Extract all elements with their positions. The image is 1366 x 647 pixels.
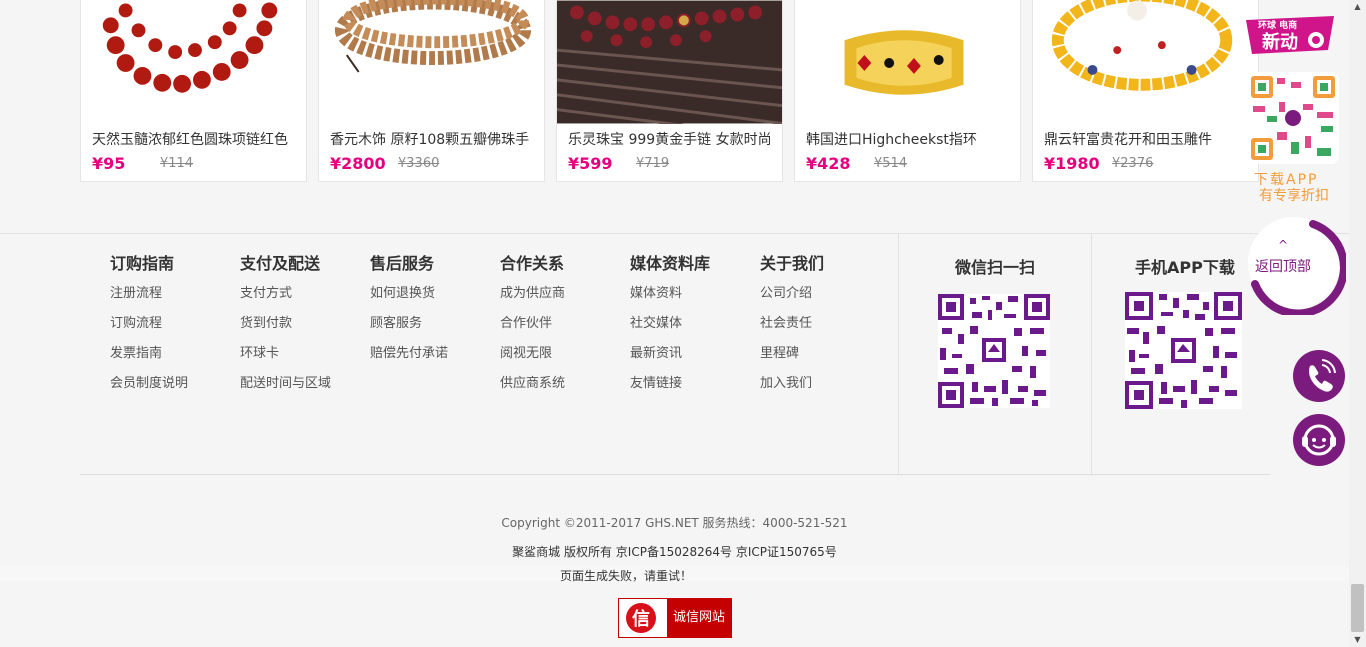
trust-logo-icon: 信 xyxy=(626,603,656,633)
error-message: 页面生成失败，请重试！ xyxy=(560,569,693,583)
svg-text:新动: 新动 xyxy=(1262,31,1298,53)
product-name[interactable]: 乐灵珠宝 999黄金手链 女款时尚 xyxy=(568,129,773,149)
footer-divider-vertical xyxy=(1091,234,1092,474)
footer-link[interactable]: 最新资讯 xyxy=(630,344,710,374)
product-price: ¥599 xyxy=(568,154,613,173)
footer-column-title: 支付及配送 xyxy=(240,254,321,273)
footer-link[interactable]: 赔偿先付承诺 xyxy=(370,344,448,374)
product-price: ¥2800 xyxy=(330,154,386,173)
product-row: 天然玉髓浓郁红色圆珠项链红色 ¥95 ¥114 香元木饰 原籽108颗五瓣佛珠手… xyxy=(80,0,1260,183)
footer-column-title: 订购指南 xyxy=(110,254,175,273)
footer-divider-top xyxy=(0,233,1349,234)
vertical-scrollbar[interactable] xyxy=(1349,0,1366,647)
footer-link[interactable]: 公司介绍 xyxy=(760,284,824,314)
footer-column-media: 媒体资料库 媒体资料 社交媒体 最新资讯 友情链接 xyxy=(630,254,710,404)
trust-badge-label: 诚信网站 xyxy=(667,599,731,637)
footer-link[interactable]: 订购流程 xyxy=(110,314,188,344)
phone-icon xyxy=(1309,359,1336,392)
footer-divider-vertical xyxy=(898,234,899,474)
product-price: ¥428 xyxy=(806,154,851,173)
footer-column-title: 售后服务 xyxy=(370,254,435,273)
footer-link[interactable]: 顾客服务 xyxy=(370,314,448,344)
footer-link[interactable]: 媒体资料 xyxy=(630,284,710,314)
footer-link[interactable]: 友情链接 xyxy=(630,374,710,404)
footer-link[interactable]: 发票指南 xyxy=(110,344,188,374)
product-image[interactable] xyxy=(319,0,544,124)
license-text: 聚鲨商城 版权所有 京ICP备15028264号 京ICP证150765号 xyxy=(512,545,837,559)
app-download-title: 手机APP下载 xyxy=(1135,258,1235,277)
back-to-top-label: 返回顶部 xyxy=(1255,259,1311,275)
footer-link[interactable]: 合作伙伴 xyxy=(500,314,565,344)
footer-link[interactable]: 成为供应商 xyxy=(500,284,565,314)
product-name[interactable]: 鼎云轩富贵花开和田玉雕件 xyxy=(1044,129,1249,149)
footer-column-partners: 合作关系 成为供应商 合作伙伴 阅视无限 供应商系统 xyxy=(500,254,565,404)
product-card[interactable]: 香元木饰 原籽108颗五瓣佛珠手 ¥2800 ¥3360 xyxy=(318,0,545,182)
footer-link[interactable]: 支付方式 xyxy=(240,284,331,314)
phone-button[interactable] xyxy=(1293,350,1345,402)
product-price: ¥1980 xyxy=(1044,154,1100,173)
footer-link[interactable]: 里程碑 xyxy=(760,344,824,374)
footer-link[interactable]: 会员制度说明 xyxy=(110,374,188,404)
product-old-price: ¥114 xyxy=(160,156,194,171)
copyright-text: Copyright ©2011-2017 GHS.NET 服务热线：4000-5… xyxy=(501,516,848,530)
product-name[interactable]: 香元木饰 原籽108颗五瓣佛珠手 xyxy=(330,129,535,149)
chevron-up-icon: ^ xyxy=(1277,238,1289,252)
footer-link[interactable]: 货到付款 xyxy=(240,314,331,344)
product-old-price: ¥2376 xyxy=(1112,156,1154,171)
footer-column-about: 关于我们 公司介绍 社会责任 里程碑 加入我们 xyxy=(760,254,824,404)
footer-column-title: 媒体资料库 xyxy=(630,254,711,273)
product-price: ¥95 xyxy=(92,154,126,173)
product-name[interactable]: 天然玉髓浓郁红色圆珠项链红色 xyxy=(92,129,297,149)
footer-link[interactable]: 加入我们 xyxy=(760,374,824,404)
product-card[interactable]: 乐灵珠宝 999黄金手链 女款时尚 ¥599 ¥719 xyxy=(556,0,783,182)
footer-link[interactable]: 环球卡 xyxy=(240,344,331,374)
footer-divider-bottom xyxy=(80,474,1270,475)
product-name[interactable]: 韩国进口Highcheekst指环 xyxy=(806,129,1011,149)
scrollbar-thumb[interactable] xyxy=(1351,584,1364,632)
scroll-up-arrow-icon[interactable]: ▲ xyxy=(1349,0,1366,14)
product-old-price: ¥3360 xyxy=(398,156,440,171)
trust-badge[interactable]: 信 诚信网站 xyxy=(618,598,732,638)
footer-link[interactable]: 注册流程 xyxy=(110,284,188,314)
product-card[interactable]: 韩国进口Highcheekst指环 ¥428 ¥514 xyxy=(794,0,1021,182)
promo-banner[interactable]: 环球 电商 新动 xyxy=(1244,10,1340,60)
product-card[interactable]: 鼎云轩富贵花开和田玉雕件 ¥1980 ¥2376 xyxy=(1032,0,1259,182)
footer-column-payment: 支付及配送 支付方式 货到付款 环球卡 配送时间与区域 xyxy=(240,254,331,404)
product-old-price: ¥514 xyxy=(874,156,908,171)
svg-text:环球 电商: 环球 电商 xyxy=(1258,19,1297,31)
footer-link[interactable]: 配送时间与区域 xyxy=(240,374,331,404)
product-image[interactable] xyxy=(795,0,1020,124)
download-discount-text[interactable]: 有专享折扣 xyxy=(1259,185,1329,205)
product-card[interactable]: 天然玉髓浓郁红色圆珠项链红色 ¥95 ¥114 xyxy=(80,0,307,182)
product-image[interactable] xyxy=(1033,0,1258,124)
customer-service-button[interactable] xyxy=(1293,414,1345,466)
scroll-down-arrow-icon[interactable]: ▼ xyxy=(1349,633,1366,647)
download-app-qr-code xyxy=(1247,72,1339,164)
footer-column-title: 关于我们 xyxy=(760,254,825,273)
footer-link[interactable]: 阅视无限 xyxy=(500,344,565,374)
footer-column-aftersale: 售后服务 如何退换货 顾客服务 赔偿先付承诺 xyxy=(370,254,448,374)
app-qr-code xyxy=(1125,292,1242,409)
product-image[interactable] xyxy=(81,0,306,124)
svg-text:信: 信 xyxy=(632,608,650,630)
footer-link[interactable]: 如何退换货 xyxy=(370,284,448,314)
product-image[interactable] xyxy=(557,0,782,124)
footer-link[interactable]: 供应商系统 xyxy=(500,374,565,404)
footer-column-title: 合作关系 xyxy=(500,254,565,273)
footer-link[interactable]: 社会责任 xyxy=(760,314,824,344)
product-old-price: ¥719 xyxy=(636,156,670,171)
footer-link[interactable]: 社交媒体 xyxy=(630,314,710,344)
wechat-title: 微信扫一扫 xyxy=(955,258,1036,277)
customer-service-icon xyxy=(1302,424,1336,456)
wechat-qr-code xyxy=(938,294,1050,408)
footer-column-guide: 订购指南 注册流程 订购流程 发票指南 会员制度说明 xyxy=(110,254,188,404)
